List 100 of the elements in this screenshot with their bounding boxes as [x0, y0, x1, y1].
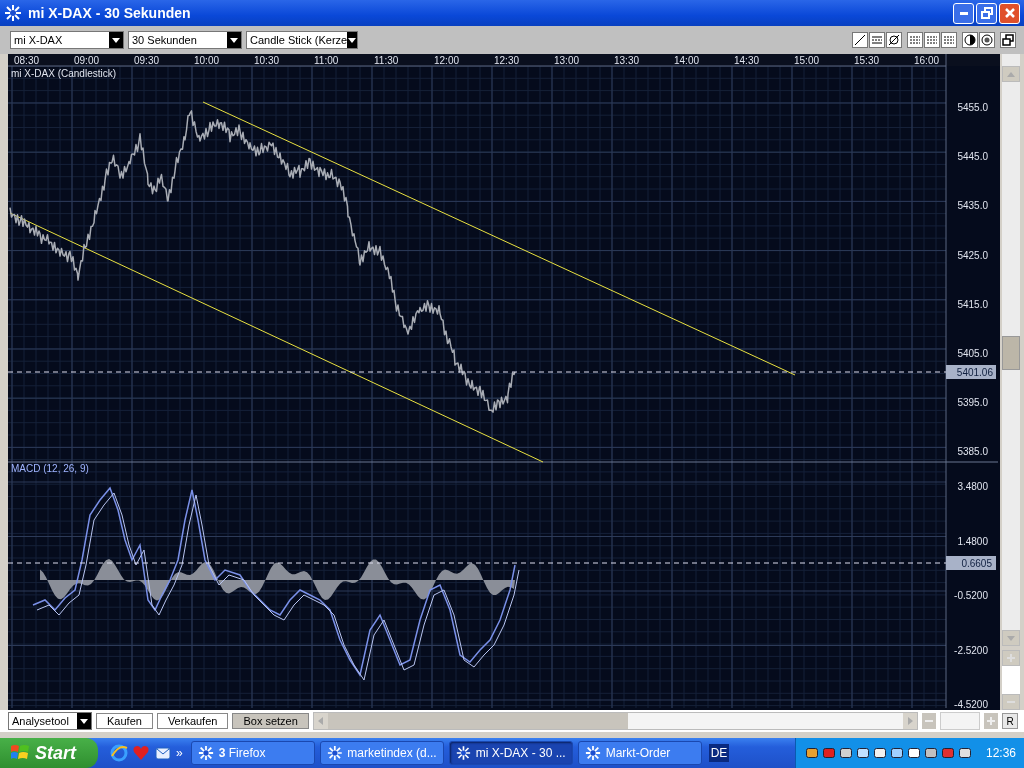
up-arrow-icon	[1007, 71, 1015, 77]
half-circle-icon	[964, 34, 976, 46]
parallel-lines-button[interactable]	[869, 32, 885, 48]
caret-icon	[112, 37, 120, 43]
time-label: 11:00	[314, 55, 339, 66]
dropdown[interactable]: Candle Stick (Kerze	[246, 31, 358, 49]
down-arrow-icon	[1007, 635, 1015, 641]
close-icon	[1003, 7, 1016, 19]
trend-line[interactable]	[202, 101, 796, 376]
price-label: 5385.0	[957, 446, 988, 458]
chart-title: mi X-DAX (Candlestick)	[11, 68, 117, 79]
flag-icon	[10, 744, 30, 762]
dropdown[interactable]: mi X-DAX	[10, 31, 124, 49]
macd-label: -4.5200	[954, 699, 988, 710]
caret-icon	[348, 37, 357, 43]
scroll-thumb[interactable]	[1002, 336, 1020, 370]
price-marker: 5401.06	[946, 365, 996, 379]
time-label: 10:00	[194, 55, 220, 66]
target-icon	[981, 34, 993, 46]
price-label: 5405.0	[957, 348, 988, 359]
close-button[interactable]	[999, 2, 1020, 24]
plus-icon	[1007, 654, 1015, 662]
star-logo-icon	[197, 745, 214, 761]
star-logo-icon	[584, 745, 601, 761]
star-logo-icon	[326, 745, 343, 761]
price-label: 5395.0	[957, 397, 988, 409]
slashed-circle-icon	[888, 34, 900, 46]
tray-icon[interactable]	[890, 748, 903, 758]
toolbar-button[interactable]: Kaufen	[96, 713, 153, 729]
time-label: 14:30	[734, 55, 760, 66]
left-arrow-icon	[318, 717, 324, 725]
browser-icon[interactable]	[110, 744, 128, 762]
dropdown[interactable]: 30 Sekunden	[128, 31, 242, 49]
language-indicator[interactable]: DE	[708, 744, 730, 762]
time-label: 12:00	[434, 55, 460, 66]
restore-icon	[980, 7, 993, 19]
mail-icon[interactable]	[154, 744, 172, 762]
dropdown[interactable]: Analysetool	[8, 712, 92, 730]
tray-icon[interactable]	[805, 748, 818, 758]
macd-label: 3.4800	[957, 481, 988, 492]
taskbar-button[interactable]: mi X-DAX - 30 ...	[448, 741, 573, 765]
time-label: 09:00	[74, 55, 100, 66]
tray-icon[interactable]	[958, 748, 971, 758]
price-label: 5455.0	[957, 102, 988, 113]
tray-icon[interactable]	[924, 748, 937, 758]
dashed-lines-icon	[926, 34, 938, 46]
window-title: mi X-DAX - 30 Sekunden	[28, 5, 192, 21]
target-button[interactable]	[979, 32, 995, 48]
horizontal-scrollbar[interactable]	[312, 712, 918, 730]
indicator-title: MACD (12, 26, 9)	[11, 463, 89, 474]
time-label: 11:30	[374, 55, 399, 66]
time-label: 12:30	[494, 55, 520, 66]
price-label: 5445.0	[957, 151, 988, 163]
grid-lines-button[interactable]	[941, 32, 957, 48]
trend-line[interactable]	[9, 212, 544, 463]
toolbar-button[interactable]: Verkaufen	[156, 713, 229, 729]
reset-button[interactable]: R	[1002, 713, 1018, 729]
tray-icon[interactable]	[856, 748, 869, 758]
grid-lines-button[interactable]	[907, 32, 923, 48]
line-icon	[854, 34, 866, 46]
caret-icon	[230, 37, 238, 43]
more-indicator[interactable]: »	[176, 746, 183, 760]
half-circle-button[interactable]	[962, 32, 978, 48]
tray-icon[interactable]	[873, 748, 886, 758]
star-logo-icon	[4, 4, 22, 22]
dashed-lines-icon	[909, 34, 921, 46]
time-label: 09:30	[134, 55, 160, 66]
grid-lines-button[interactable]	[924, 32, 940, 48]
price-label: 5425.0	[957, 249, 988, 261]
scroll-thumb[interactable]	[327, 713, 628, 729]
right-arrow-icon	[907, 717, 913, 725]
tray-icon[interactable]	[907, 748, 920, 758]
draw-line-button[interactable]	[852, 32, 868, 48]
windows-icon	[1002, 34, 1014, 46]
macd-label: -0.5200	[954, 590, 988, 601]
price-label: 5435.0	[957, 200, 988, 212]
price-label: 5415.0	[957, 298, 988, 310]
taskbar-button[interactable]: 3 Firefox	[190, 741, 315, 765]
taskbar-button[interactable]: marketindex (d...	[319, 741, 444, 765]
star-logo-icon	[455, 745, 471, 761]
clock: 12:36	[985, 746, 1016, 760]
macd-label: 1.4800	[957, 535, 988, 547]
macd-label: -2.5200	[954, 644, 988, 656]
toolbar-button[interactable]: Box setzen	[232, 713, 309, 729]
minimize-button[interactable]	[953, 2, 974, 24]
minimize-icon	[959, 11, 968, 15]
minus-icon	[925, 720, 933, 722]
restore-button[interactable]	[976, 2, 997, 24]
plus-icon	[987, 717, 995, 725]
taskbar-button[interactable]: Markt-Order	[577, 741, 702, 765]
slashed-circle-button[interactable]	[886, 32, 902, 48]
dashed-lines-icon	[943, 34, 955, 46]
lines-icon	[871, 34, 883, 46]
time-label: 15:30	[854, 55, 880, 66]
windows-button[interactable]	[1000, 32, 1016, 48]
time-label: 13:30	[614, 55, 640, 66]
time-label: 14:00	[674, 55, 700, 66]
time-label: 15:00	[794, 55, 820, 66]
time-label: 13:00	[554, 55, 580, 66]
tray-icon[interactable]	[839, 748, 852, 758]
